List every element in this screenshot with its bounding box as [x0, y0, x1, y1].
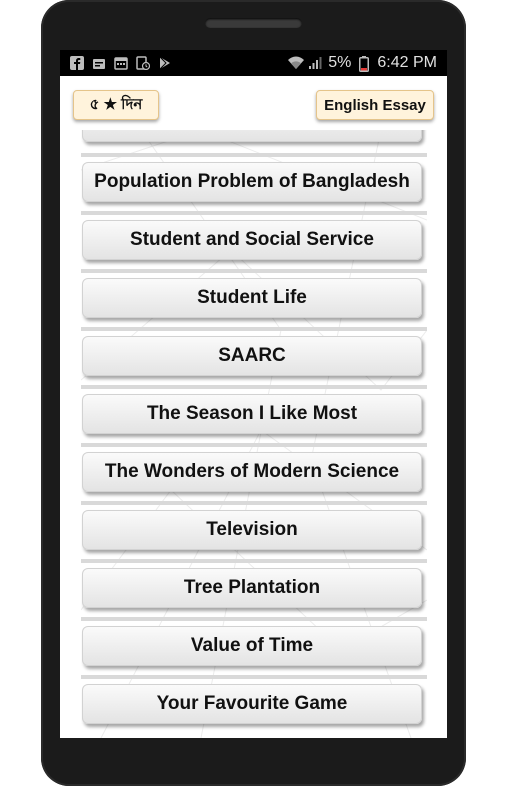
divider: [81, 559, 427, 563]
essay-item-partial[interactable]: [82, 130, 422, 142]
divider: [81, 617, 427, 621]
clock-time: 6:42 PM: [377, 54, 437, 71]
notification-icons: [70, 56, 172, 71]
calendar-icon: [114, 56, 128, 70]
divider: [81, 675, 427, 679]
essay-list[interactable]: Population Problem of Bangladesh Student…: [81, 130, 427, 738]
play-store-icon: [158, 56, 172, 70]
phone-frame: 5% 6:42 PM ৫ ★ দিন English Essay Populat…: [41, 0, 466, 786]
divider: [81, 385, 427, 389]
essay-item[interactable]: Value of Time: [82, 626, 422, 666]
wifi-icon: [288, 56, 305, 70]
speaker-grille: [205, 18, 302, 28]
divider: [81, 501, 427, 505]
notification-icon: [92, 56, 106, 70]
divider: [81, 211, 427, 215]
divider: [81, 153, 427, 157]
essay-item[interactable]: The Season I Like Most: [82, 394, 422, 434]
battery-icon: [357, 56, 371, 72]
clock-icon: [136, 56, 151, 71]
essay-item[interactable]: Tree Plantation: [82, 568, 422, 608]
essay-item[interactable]: SAARC: [82, 336, 422, 376]
divider: [81, 443, 427, 447]
essay-item[interactable]: Population Problem of Bangladesh: [82, 162, 422, 202]
system-indicators: 5% 6:42 PM: [288, 54, 437, 72]
essay-item[interactable]: Student Life: [82, 278, 422, 318]
divider: [81, 269, 427, 273]
battery-percent: 5%: [328, 54, 352, 71]
essay-item[interactable]: Television: [82, 510, 422, 550]
essay-item[interactable]: The Wonders of Modern Science: [82, 452, 422, 492]
signal-icon: [308, 56, 322, 70]
app-bar: ৫ ★ দিন English Essay: [60, 76, 447, 130]
facebook-icon: [70, 56, 84, 70]
app-screen: 5% 6:42 PM ৫ ★ দিন English Essay Populat…: [60, 50, 447, 738]
rate-app-button[interactable]: ৫ ★ দিন: [73, 90, 159, 120]
status-bar: 5% 6:42 PM: [60, 50, 447, 76]
essay-item[interactable]: Your Favourite Game: [82, 684, 422, 724]
essay-item[interactable]: Student and Social Service: [82, 220, 422, 260]
divider: [81, 327, 427, 331]
english-essay-button[interactable]: English Essay: [316, 90, 434, 120]
